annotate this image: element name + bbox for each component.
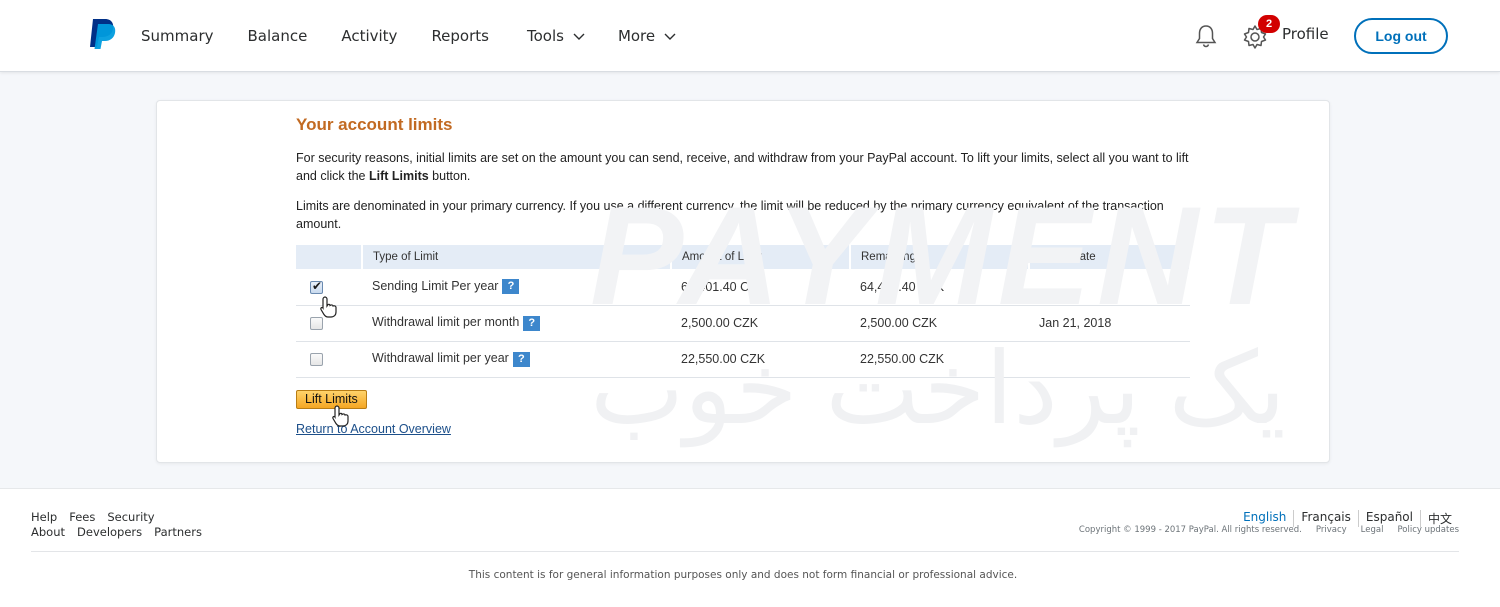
notification-badge: 2 (1258, 15, 1280, 33)
limit-checkbox-sending-year[interactable]: ✔ (310, 278, 323, 294)
limit-remaining: 64,401.40 CZK (850, 269, 1029, 306)
nav-activity-label: Activity (341, 27, 398, 45)
limit-reset-date: Jan 21, 2018 (1029, 305, 1190, 342)
limit-checkbox-withdrawal-year[interactable] (310, 353, 323, 367)
header-type: Type of Limit (362, 245, 672, 269)
header-remaining: Remaining (850, 245, 1030, 269)
footer-links-row1: Help Fees Security (31, 510, 214, 525)
table-row: ✔ Sending Limit Per year? 64,401.40 CZK … (296, 269, 1190, 306)
limit-type: Sending Limit Per year (372, 279, 499, 294)
checkmark-icon: ✔ (312, 278, 323, 293)
copyright-row: Copyright © 1999 - 2017 PayPal. All righ… (1065, 525, 1459, 535)
footer-links-row2: About Developers Partners (31, 525, 214, 540)
page-footer: Help Fees Security About Developers Partners… (0, 488, 1500, 607)
help-icon[interactable]: ? (512, 351, 530, 367)
nav-more-label: More (617, 27, 656, 45)
intro-text-end: button. (428, 169, 471, 183)
footer-disclaimer: This content is for general information … (468, 569, 1018, 581)
nav-summary-label: Summary (141, 27, 214, 45)
nav-summary[interactable]: Summary (141, 27, 214, 45)
limit-remaining: 2,500.00 CZK (850, 305, 1029, 342)
table-header-row: Type of Limit Amount of Limit Remaining … (296, 245, 1191, 269)
profile-link[interactable]: Profile (1282, 25, 1329, 43)
privacy-link[interactable]: Privacy (1316, 525, 1347, 535)
limit-checkbox-withdrawal-month[interactable] (310, 317, 323, 331)
nav-more[interactable]: More (618, 27, 677, 45)
header-reset: Reset date (1029, 245, 1191, 269)
limit-type: Withdrawal limit per year (372, 351, 509, 366)
top-header: Summary Balance Activity Reports Tools M… (0, 0, 1500, 72)
nav-activity[interactable]: Activity (341, 27, 397, 45)
chevron-down-icon (664, 33, 676, 40)
header-amount: Amount of Limit (671, 245, 851, 269)
nav-reports-label: Reports (431, 27, 489, 45)
row-type-cell: Withdrawal limit per month? (362, 305, 671, 342)
chevron-down-icon (573, 33, 585, 40)
nav-tools-label: Tools (526, 27, 564, 45)
intro-text-bold: Lift Limits (368, 169, 429, 183)
bell-icon[interactable] (1193, 23, 1219, 49)
help-icon[interactable]: ? (523, 315, 541, 331)
footer-help-link[interactable]: Help (31, 510, 57, 524)
main-nav: Summary Balance Activity Reports Tools M… (141, 0, 711, 72)
limit-remaining: 22,550.00 CZK (850, 341, 1029, 378)
row-type-cell: Sending Limit Per year? (362, 269, 671, 306)
limit-reset-date (1029, 341, 1190, 378)
return-overview-link[interactable]: Return to Account Overview (296, 422, 1196, 436)
footer-links: Help Fees Security About Developers Partners (31, 510, 214, 540)
footer-developers-link[interactable]: Developers (77, 525, 142, 539)
currency-paragraph: Limits are denominated in your primary c… (296, 199, 1164, 231)
limits-content: Your account limits For security reasons… (296, 115, 1196, 436)
limit-amount: 22,550.00 CZK (671, 341, 850, 378)
limit-amount: 64,401.40 CZK (671, 269, 850, 306)
limit-type: Withdrawal limit per month (372, 315, 520, 330)
limit-reset-date (1029, 269, 1190, 306)
logout-button[interactable]: Log out (1354, 18, 1448, 54)
hand-cursor-icon (320, 296, 337, 318)
nav-balance[interactable]: Balance (248, 27, 308, 45)
footer-security-link[interactable]: Security (107, 510, 154, 524)
table-row: Withdrawal limit per year? 22,550.00 CZK… (296, 341, 1190, 378)
row-type-cell: Withdrawal limit per year? (362, 341, 671, 378)
hand-cursor-icon (332, 405, 349, 427)
header-select (296, 245, 363, 269)
nav-tools[interactable]: Tools (527, 27, 586, 45)
policy-updates-link[interactable]: Policy updates (1397, 525, 1459, 535)
help-icon[interactable]: ? (502, 279, 520, 295)
footer-about-link[interactable]: About (31, 525, 65, 539)
page-title: Your account limits (296, 115, 453, 134)
copyright-text: Copyright © 1999 - 2017 PayPal. All righ… (1078, 525, 1302, 535)
nav-reports[interactable]: Reports (431, 27, 489, 45)
footer-partners-link[interactable]: Partners (154, 525, 202, 539)
limit-amount: 2,500.00 CZK (671, 305, 850, 342)
limits-table: Type of Limit Amount of Limit Remaining … (296, 245, 1191, 378)
footer-fees-link[interactable]: Fees (69, 510, 95, 524)
legal-link[interactable]: Legal (1361, 525, 1384, 535)
intro-paragraph: For security reasons, initial limits are… (296, 149, 1196, 185)
paypal-logo[interactable] (86, 16, 120, 50)
table-row: Withdrawal limit per month? 2,500.00 CZK… (296, 305, 1190, 342)
nav-balance-label: Balance (247, 27, 308, 45)
row-select-cell (296, 341, 362, 378)
footer-divider (31, 551, 1459, 552)
